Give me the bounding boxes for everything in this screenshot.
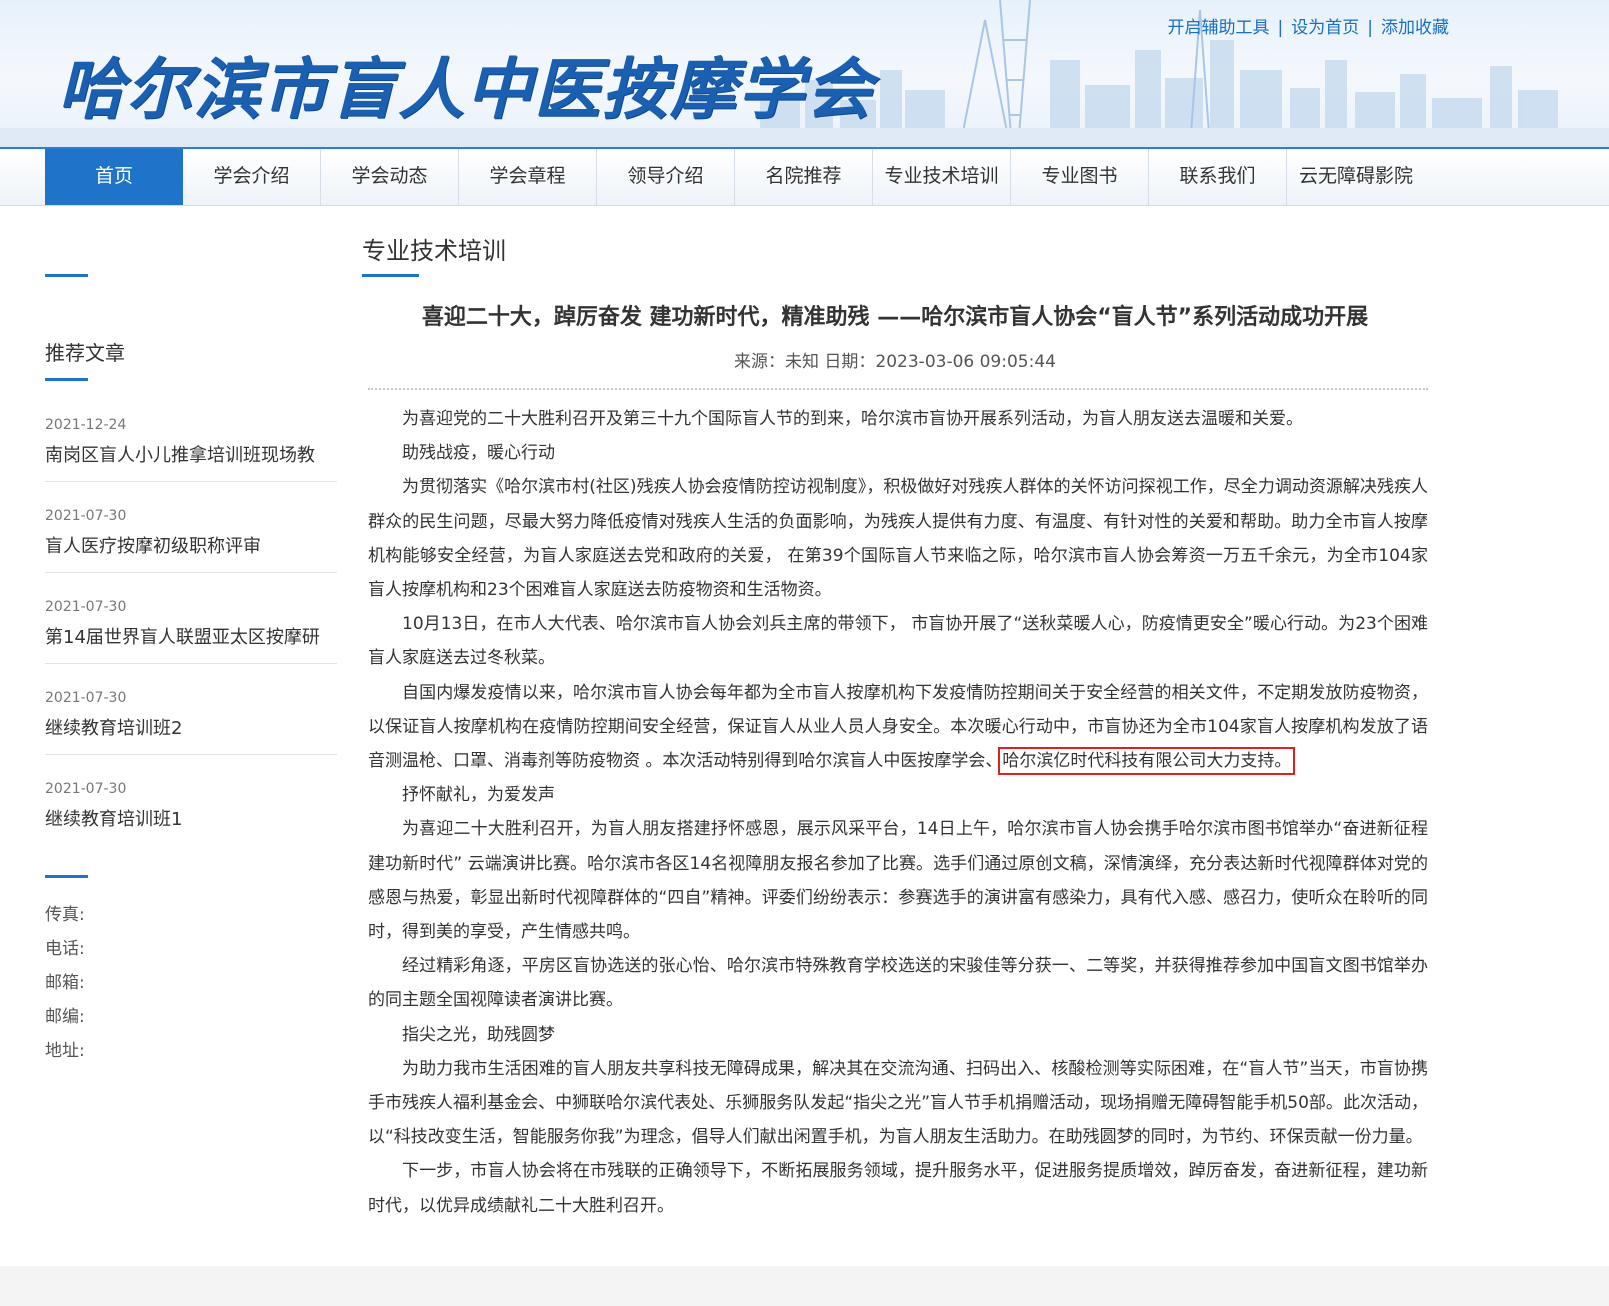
- nav-item-charter[interactable]: 学会章程: [459, 149, 597, 205]
- article-link[interactable]: 南岗区盲人小儿推拿培训班现场教: [45, 441, 337, 467]
- sidebar-accent-bar: [45, 875, 88, 878]
- article-link[interactable]: 盲人医疗按摩初级职称评审: [45, 532, 337, 558]
- section-title: 专业技术培训: [362, 237, 506, 265]
- paragraph: 10月13日，在市人大代表、哈尔滨市盲人协会刘兵主席的带领下， 市盲协开展了“送…: [368, 614, 1428, 669]
- section-accent-bar: [362, 274, 419, 277]
- paragraph: 经过精彩角逐，平房区盲协选送的张心怡、哈尔滨市特殊教育学校选送的宋骏佳等分获一、…: [368, 956, 1428, 1011]
- contact-postcode: 邮编:: [45, 1007, 85, 1027]
- nav-item-home[interactable]: 首页: [45, 149, 183, 205]
- article-link[interactable]: 继续教育培训班2: [45, 714, 337, 740]
- dotted-divider: [368, 388, 1428, 390]
- article-link[interactable]: 第14届世界盲人联盟亚太区按摩研: [45, 623, 337, 649]
- recommended-article[interactable]: 2021-07-30 盲人医疗按摩初级职称评审: [45, 508, 337, 573]
- article-date: 2021-07-30: [45, 690, 127, 706]
- main-content: 专业技术培训 喜迎二十大，踔厉奋发 建功新时代，精准助残 ——哈尔滨市盲人协会“…: [362, 206, 1428, 1223]
- contact-address: 地址:: [45, 1041, 85, 1061]
- paragraph: 抒怀献礼，为爱发声: [402, 785, 555, 806]
- paragraph: 助残战疫，暖心行动: [402, 443, 555, 464]
- set-homepage-link[interactable]: 设为首页: [1291, 18, 1359, 38]
- article-date: 2021-07-30: [45, 781, 127, 797]
- link-separator: |: [1367, 18, 1373, 38]
- contact-phone: 电话:: [45, 939, 85, 959]
- contact-fax: 传真:: [45, 905, 85, 925]
- nav-item-news[interactable]: 学会动态: [321, 149, 459, 205]
- article-body: 为喜迎党的二十大胜利召开及第三十九个国际盲人节的到来，哈尔滨市盲协开展系列活动，…: [362, 402, 1428, 1223]
- link-separator: |: [1277, 18, 1284, 38]
- recommended-article[interactable]: 2021-07-30 第14届世界盲人联盟亚太区按摩研: [45, 599, 337, 664]
- nav-item-hospitals[interactable]: 名院推荐: [735, 149, 873, 205]
- article-date: 2021-07-30: [45, 599, 127, 615]
- nav-item-leaders[interactable]: 领导介绍: [597, 149, 735, 205]
- nav-item-contact[interactable]: 联系我们: [1149, 149, 1287, 205]
- site-title: 哈尔滨市盲人中医按摩学会: [58, 50, 874, 128]
- sidebar-accent-bar: [45, 378, 88, 381]
- article-date: 2021-12-24: [45, 417, 127, 433]
- article-date: 2021-07-30: [45, 508, 127, 524]
- recommended-heading: 推荐文章: [45, 341, 125, 365]
- article-link[interactable]: 继续教育培训班1: [45, 805, 337, 831]
- nav-item-books[interactable]: 专业图书: [1011, 149, 1149, 205]
- paragraph: 为喜迎党的二十大胜利召开及第三十九个国际盲人节的到来，哈尔滨市盲协开展系列活动，…: [402, 409, 1303, 429]
- paragraph-with-highlight: 自国内爆发疫情以来，哈尔滨市盲人协会每年都为全市盲人按摩机构下发疫情防控期间关于…: [368, 676, 1428, 779]
- paragraph: 为贯彻落实《哈尔滨市村(社区)残疾人协会疫情防控访视制度》，积极做好对残疾人群体…: [368, 477, 1428, 601]
- main-nav: 首页 学会介绍 学会动态 学会章程 领导介绍 名院推荐 专业技术培训 专业图书 …: [0, 147, 1609, 206]
- sidebar-accent-bar: [45, 274, 88, 277]
- recommended-article[interactable]: 2021-07-30 继续教育培训班2: [45, 690, 337, 755]
- nav-item-training[interactable]: 专业技术培训: [873, 149, 1011, 205]
- highlighted-sponsor-text: 哈尔滨亿时代科技有限公司大力支持。: [998, 747, 1296, 776]
- site-header: 哈尔滨市盲人中医按摩学会 开启辅助工具 | 设为首页 | 添加收藏: [0, 0, 1609, 147]
- accessibility-tools-link[interactable]: 开启辅助工具: [1168, 18, 1270, 38]
- paragraph: 为助力我市生活困难的盲人朋友共享科技无障碍成果，解决其在交流沟通、扫码出入、核酸…: [368, 1058, 1428, 1148]
- paragraph: 指尖之光，助残圆梦: [402, 1024, 555, 1045]
- recommended-article[interactable]: 2021-07-30 继续教育培训班1: [45, 781, 337, 845]
- footer-strip: [0, 1266, 1609, 1306]
- add-favorite-link[interactable]: 添加收藏: [1381, 18, 1449, 38]
- article-title: 喜迎二十大，踔厉奋发 建功新时代，精准助残 ——哈尔滨市盲人协会“盲人节”系列活…: [421, 305, 1369, 330]
- top-links: 开启辅助工具 | 设为首页 | 添加收藏: [1168, 13, 1449, 38]
- nav-item-about[interactable]: 学会介绍: [183, 149, 321, 205]
- page-body: 推荐文章 2021-12-24 南岗区盲人小儿推拿培训班现场教 2021-07-…: [0, 206, 1609, 1306]
- nav-item-cinema[interactable]: 云无障碍影院: [1287, 149, 1425, 205]
- contact-email: 邮箱:: [45, 973, 85, 993]
- article-meta: 来源：未知 日期：2023-03-06 09:05:44: [734, 352, 1056, 372]
- paragraph: 为喜迎二十大胜利召开，为盲人朋友搭建抒怀感恩，展示风采平台，14日上午，哈尔滨市…: [368, 819, 1428, 943]
- recommended-article[interactable]: 2021-12-24 南岗区盲人小儿推拿培训班现场教: [45, 417, 337, 482]
- sidebar: 推荐文章 2021-12-24 南岗区盲人小儿推拿培训班现场教 2021-07-…: [45, 206, 337, 1070]
- paragraph: 下一步，市盲人协会将在市残联的正确领导下，不断拓展服务领域，提升服务水平，促进服…: [368, 1161, 1428, 1216]
